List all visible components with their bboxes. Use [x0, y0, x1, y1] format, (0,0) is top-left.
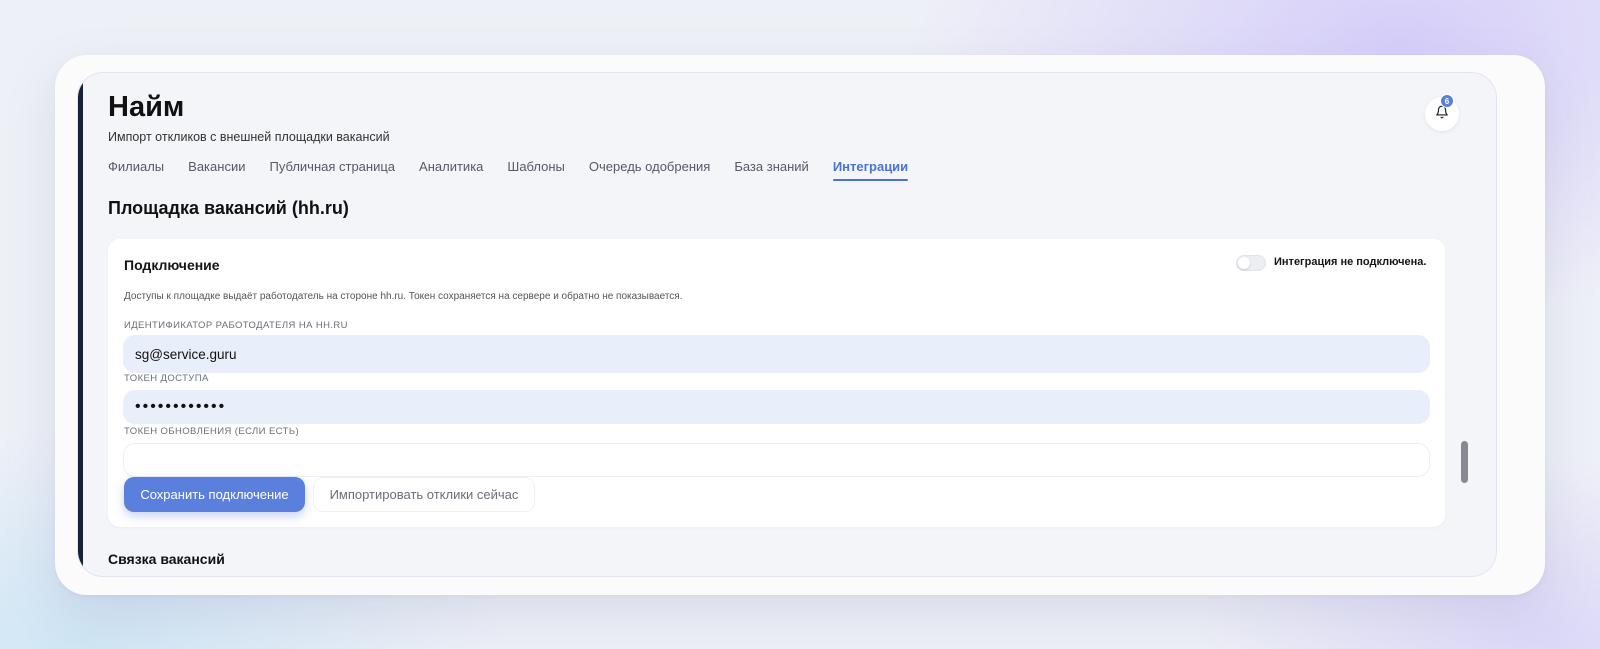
vacancy-linking-title: Связка вакансий	[108, 551, 225, 567]
app-window: Найм Импорт откликов с внешней площадки …	[55, 55, 1545, 595]
tabs-nav: Филиалы Вакансии Публичная страница Анал…	[108, 158, 932, 182]
card-title: Подключение	[124, 257, 220, 273]
integration-toggle[interactable]	[1236, 255, 1266, 271]
access-token-input[interactable]	[123, 390, 1430, 424]
tab-vacancies[interactable]: Вакансии	[188, 158, 245, 182]
tab-approval-queue[interactable]: Очередь одобрения	[589, 158, 710, 182]
page-subtitle: Импорт откликов с внешней площадки вакан…	[108, 130, 390, 144]
save-connection-button[interactable]: Сохранить подключение	[124, 477, 305, 512]
employer-id-input[interactable]	[123, 335, 1430, 373]
integration-status: Интеграция не подключена.	[1274, 256, 1427, 268]
tab-templates[interactable]: Шаблоны	[507, 158, 565, 182]
tab-branches[interactable]: Филиалы	[108, 158, 164, 182]
page-title: Найм	[108, 91, 185, 123]
tab-public-page[interactable]: Публичная страница	[269, 158, 395, 182]
connection-card: Подключение Интеграция не подключена. До…	[108, 239, 1445, 527]
main-panel: Найм Импорт откликов с внешней площадки …	[77, 72, 1497, 577]
scrollbar-thumb[interactable]	[1461, 441, 1468, 483]
refresh-token-input[interactable]	[123, 443, 1430, 477]
sidebar-edge	[78, 73, 83, 576]
employer-id-label: ИДЕНТИФИКАТОР РАБОТОДАТЕЛЯ НА HH.RU	[124, 320, 348, 331]
card-description: Доступы к площадке выдаёт работодатель н…	[124, 291, 683, 302]
refresh-token-label: ТОКЕН ОБНОВЛЕНИЯ (ЕСЛИ ЕСТЬ)	[124, 426, 300, 437]
tab-analytics[interactable]: Аналитика	[419, 158, 483, 182]
import-responses-button[interactable]: Импортировать отклики сейчас	[313, 477, 535, 512]
section-title: Площадка вакансий (hh.ru)	[108, 198, 349, 218]
notification-badge: 6	[1440, 94, 1454, 108]
tab-integrations[interactable]: Интеграции	[832, 158, 909, 182]
access-token-label: ТОКЕН ДОСТУПА	[124, 373, 209, 384]
tab-knowledge-base[interactable]: База знаний	[734, 158, 809, 182]
